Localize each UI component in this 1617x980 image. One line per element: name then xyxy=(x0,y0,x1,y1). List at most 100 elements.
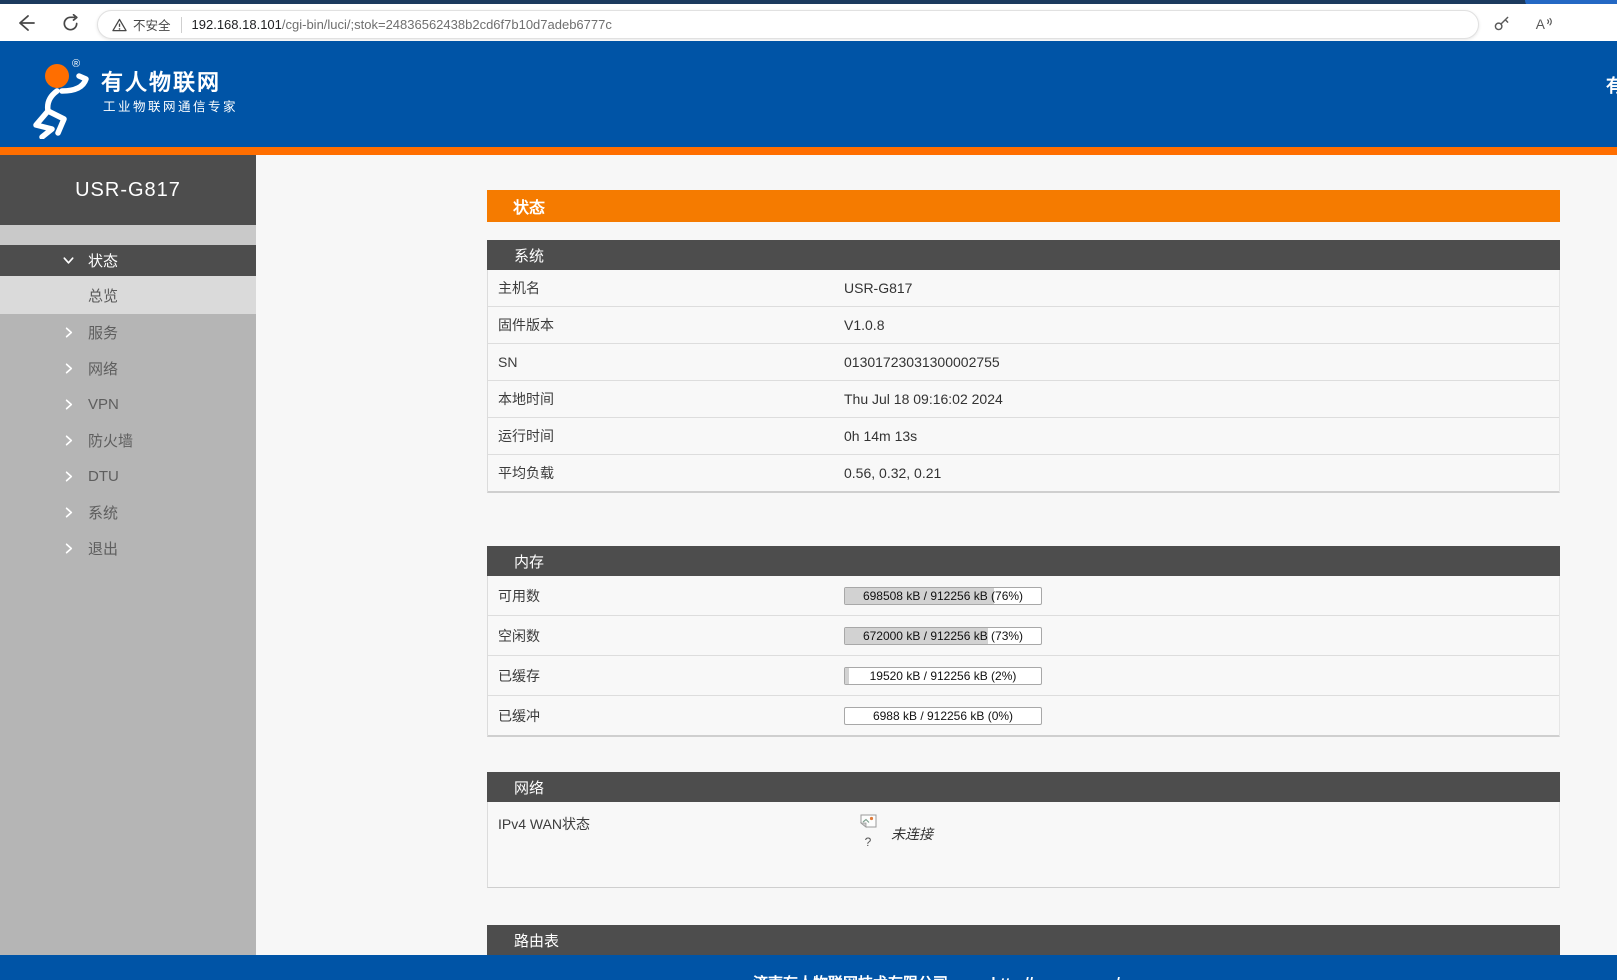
memory-section: 内存 可用数 698508 kB / 912256 kB (76%) 空闲数 xyxy=(487,546,1560,737)
broken-image-icon xyxy=(860,814,877,829)
main-content: 状态 系统 主机名 USR-G817 固件版本 V1.0.8 xyxy=(256,155,1617,955)
url-path: /cgi-bin/luci/;stok=24836562438b2cd6f7b1… xyxy=(282,17,612,32)
sidebar-item-label: 服务 xyxy=(88,322,118,343)
chevron-right-icon xyxy=(62,326,76,339)
footer: 济南有人物联网技术有限公司 — http://www.usr.cn/ xyxy=(0,955,1617,980)
progress-text: 6988 kB / 912256 kB (0%) xyxy=(845,708,1041,725)
wan-icon-stack: ? xyxy=(851,814,885,849)
sidebar-item-status[interactable]: 状态 xyxy=(0,245,256,276)
page-title-label: 状态 xyxy=(513,194,545,218)
memory-section-header: 内存 xyxy=(487,546,1560,576)
reload-icon xyxy=(61,14,80,33)
table-row: 本地时间 Thu Jul 18 09:16:02 2024 xyxy=(488,381,1559,418)
content-column: 状态 系统 主机名 USR-G817 固件版本 V1.0.8 xyxy=(487,155,1560,955)
brand-title: 有人物联网 xyxy=(101,65,221,97)
back-button[interactable] xyxy=(14,11,38,35)
memory-progress-bar: 19520 kB / 912256 kB (2%) xyxy=(844,667,1042,685)
row-label: 本地时间 xyxy=(488,389,844,409)
svg-text:®: ® xyxy=(72,58,80,70)
sidebar-item-label: 退出 xyxy=(88,538,118,559)
memory-progress-bar: 672000 kB / 912256 kB (73%) xyxy=(844,627,1042,645)
url-host: 192.168.18.101 xyxy=(192,17,282,32)
row-label: SN xyxy=(488,354,844,370)
usr-logo-icon: ® xyxy=(24,53,96,139)
table-row: 可用数 698508 kB / 912256 kB (76%) xyxy=(488,576,1559,616)
row-label: IPv4 WAN状态 xyxy=(488,814,844,834)
footer-company: 济南有人物联网技术有限公司 xyxy=(753,975,948,980)
chevron-right-icon xyxy=(62,362,76,375)
read-aloud-icon: A xyxy=(1533,14,1555,33)
reload-button[interactable] xyxy=(58,11,82,35)
memory-progress-bar: 6988 kB / 912256 kB (0%) xyxy=(844,707,1042,725)
row-label: 空闲数 xyxy=(488,626,844,646)
row-value: 01301723031300002755 xyxy=(844,354,1000,370)
table-row: 空闲数 672000 kB / 912256 kB (73%) xyxy=(488,616,1559,656)
footer-text: 济南有人物联网技术有限公司 — http://www.usr.cn/ xyxy=(256,955,1617,980)
device-title: USR-G817 xyxy=(0,155,256,225)
sidebar-item-dtu[interactable]: DTU xyxy=(0,458,256,494)
password-key-button[interactable] xyxy=(1490,13,1512,33)
section-title: 网络 xyxy=(514,777,544,798)
chevron-right-icon xyxy=(62,506,76,519)
row-label: 已缓存 xyxy=(488,666,844,686)
site-security-indicator[interactable]: 不安全 xyxy=(112,15,171,34)
row-value: Thu Jul 18 09:16:02 2024 xyxy=(844,391,1003,407)
key-icon xyxy=(1492,14,1511,33)
row-label: 已缓冲 xyxy=(488,706,844,726)
url-text[interactable]: 192.168.18.101/cgi-bin/luci/;stok=248365… xyxy=(192,17,612,32)
sidebar-item-label: 网络 xyxy=(88,358,118,379)
back-arrow-icon xyxy=(16,13,36,33)
footer-link[interactable]: http://www.usr.cn/ xyxy=(991,975,1120,980)
wan-status-row: IPv4 WAN状态 ? 未连接 xyxy=(487,802,1560,888)
section-title: 内存 xyxy=(514,551,544,572)
sidebar-item-label: 防火墙 xyxy=(88,430,133,451)
row-label: 运行时间 xyxy=(488,426,844,446)
sidebar-item-services[interactable]: 服务 xyxy=(0,314,256,350)
memory-table: 可用数 698508 kB / 912256 kB (76%) 空闲数 6720… xyxy=(487,576,1560,737)
section-title: 系统 xyxy=(514,245,544,266)
sidebar-item-system[interactable]: 系统 xyxy=(0,494,256,530)
chevron-down-icon xyxy=(62,254,76,267)
app-header: ® 有人物联网 工业物联网通信专家 有 xyxy=(0,41,1617,147)
wan-status-text: 未连接 xyxy=(891,824,933,844)
sidebar-item-vpn[interactable]: VPN xyxy=(0,386,256,422)
table-row: 主机名 USR-G817 xyxy=(488,270,1559,307)
progress-text: 698508 kB / 912256 kB (76%) xyxy=(845,588,1041,605)
warning-triangle-icon xyxy=(112,18,127,32)
row-label: 平均负载 xyxy=(488,463,844,483)
table-row: 已缓存 19520 kB / 912256 kB (2%) xyxy=(488,656,1559,696)
row-value: USR-G817 xyxy=(844,280,912,296)
read-aloud-button[interactable]: A xyxy=(1533,13,1555,33)
sidebar-item-network[interactable]: 网络 xyxy=(0,350,256,386)
address-divider xyxy=(181,17,182,33)
icon-fallback-text: ? xyxy=(851,835,885,849)
header-partial-text[interactable]: 有 xyxy=(1606,72,1617,98)
sidebar-item-logout[interactable]: 退出 xyxy=(0,530,256,566)
chevron-right-icon xyxy=(62,434,76,447)
table-row: 平均负载 0.56, 0.32, 0.21 xyxy=(488,455,1559,492)
row-label: 固件版本 xyxy=(488,315,844,335)
chevron-right-icon xyxy=(62,542,76,555)
sidebar-item-firewall[interactable]: 防火墙 xyxy=(0,422,256,458)
security-label: 不安全 xyxy=(133,15,171,34)
row-value: V1.0.8 xyxy=(844,317,884,333)
table-row: 已缓冲 6988 kB / 912256 kB (0%) xyxy=(488,696,1559,736)
table-row: 运行时间 0h 14m 13s xyxy=(488,418,1559,455)
svg-text:A: A xyxy=(1536,17,1546,32)
chevron-right-icon xyxy=(62,398,76,411)
routes-section-header: 路由表 xyxy=(487,925,1560,955)
footer-separator: — xyxy=(962,975,977,980)
network-section-header: 网络 xyxy=(487,772,1560,802)
network-section: 网络 IPv4 WAN状态 ? xyxy=(487,772,1560,888)
browser-window: 不安全 192.168.18.101/cgi-bin/luci/;stok=24… xyxy=(0,0,1617,980)
row-value: 0h 14m 13s xyxy=(844,428,917,444)
sidebar-item-overview[interactable]: 总览 xyxy=(0,276,256,314)
row-value: 0.56, 0.32, 0.21 xyxy=(844,465,941,481)
address-bar[interactable]: 不安全 192.168.18.101/cgi-bin/luci/;stok=24… xyxy=(97,10,1479,39)
sidebar-item-label: 总览 xyxy=(88,285,118,306)
device-name: USR-G817 xyxy=(75,179,181,202)
wan-status-value: ? 未连接 xyxy=(844,814,933,849)
table-row: SN 01301723031300002755 xyxy=(488,344,1559,381)
sidebar-item-label: 系统 xyxy=(88,502,118,523)
sidebar-divider-band xyxy=(0,225,256,245)
